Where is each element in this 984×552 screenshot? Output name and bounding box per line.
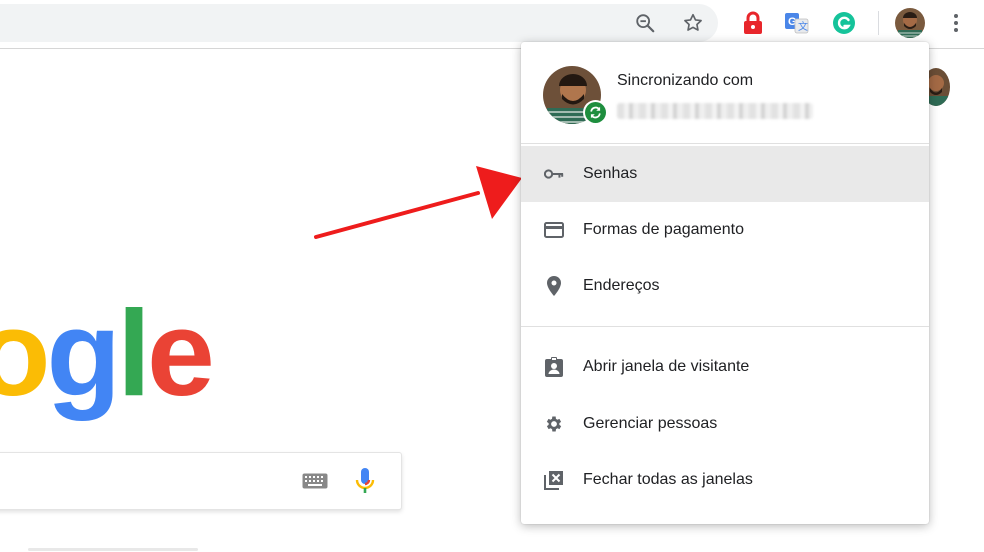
menu-item-addresses[interactable]: Endereços xyxy=(521,258,929,314)
menu-item-label: Abrir janela de visitante xyxy=(583,358,750,375)
key-icon xyxy=(544,164,564,184)
menu-item-payment-methods[interactable]: Formas de pagamento xyxy=(521,202,929,258)
footer-fragment xyxy=(28,548,198,551)
logo-letter: l xyxy=(117,285,151,421)
menu-item-guest-window[interactable]: Abrir janela de visitante xyxy=(521,339,929,395)
menu-divider xyxy=(521,143,929,144)
menu-divider xyxy=(521,326,929,327)
google-logo: ogle xyxy=(0,292,215,414)
menu-item-manage-people[interactable]: Gerenciar pessoas xyxy=(521,396,929,452)
credit-card-icon xyxy=(544,220,564,240)
profile-avatar[interactable] xyxy=(895,8,925,38)
menu-item-label: Fechar todas as janelas xyxy=(583,471,753,488)
toolbar-divider xyxy=(878,11,879,35)
menu-item-close-all-windows[interactable]: Fechar todas as janelas xyxy=(521,452,929,508)
sync-title: Sincronizando com xyxy=(617,72,754,89)
logo-letter: o xyxy=(0,285,51,421)
grammarly-icon[interactable] xyxy=(829,8,859,38)
lock-extension-icon[interactable] xyxy=(738,8,768,38)
logo-letter: g xyxy=(46,285,122,421)
more-vert-icon[interactable] xyxy=(941,8,971,38)
sync-badge-icon xyxy=(583,100,608,125)
menu-item-passwords[interactable]: Senhas xyxy=(521,146,929,202)
close-windows-icon xyxy=(544,470,564,490)
menu-item-label: Senhas xyxy=(583,165,638,182)
zoom-out-icon[interactable] xyxy=(630,8,660,38)
profile-menu: Sincronizando com Senhas Formas de pagam… xyxy=(521,42,929,524)
guest-badge-icon xyxy=(544,357,564,377)
menu-item-label: Gerenciar pessoas xyxy=(583,415,718,432)
sync-header[interactable]: Sincronizando com xyxy=(521,42,929,138)
microphone-icon[interactable] xyxy=(355,467,375,502)
location-pin-icon xyxy=(544,276,564,296)
logo-letter: e xyxy=(146,285,215,421)
star-icon[interactable] xyxy=(678,8,708,38)
menu-item-label: Formas de pagamento xyxy=(583,221,744,238)
menu-item-label: Endereços xyxy=(583,277,660,294)
translate-icon[interactable]: G文 xyxy=(782,8,812,38)
search-input[interactable] xyxy=(0,452,402,510)
keyboard-icon[interactable] xyxy=(302,473,328,494)
blurred-email xyxy=(617,103,813,119)
gear-icon xyxy=(544,414,564,434)
omnibox[interactable] xyxy=(0,4,718,42)
svg-text:文: 文 xyxy=(798,20,808,33)
